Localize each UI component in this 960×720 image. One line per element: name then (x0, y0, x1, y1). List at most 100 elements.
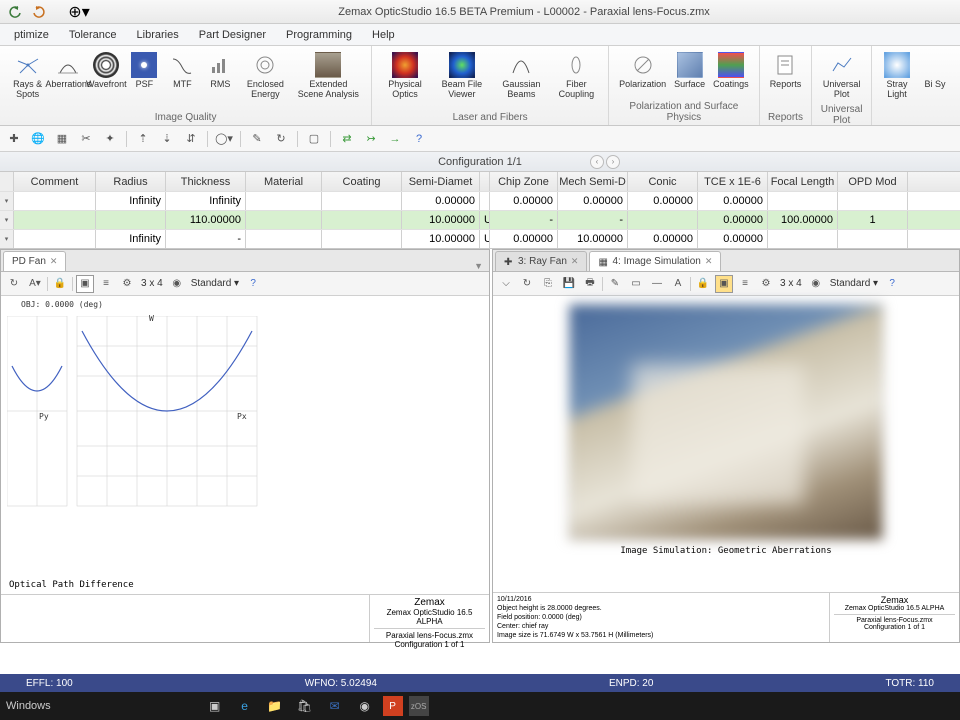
help-icon[interactable]: ? (883, 275, 901, 293)
window-icon[interactable]: ▣ (715, 275, 733, 293)
panel-menu-icon[interactable]: ▼ (470, 261, 487, 271)
target-icon[interactable]: ◉ (807, 275, 825, 293)
surface-button[interactable]: Surface (670, 50, 709, 99)
edge-icon[interactable]: e (233, 694, 257, 718)
copy-icon[interactable]: ⎘ (539, 275, 557, 293)
tab-image-simulation[interactable]: ▦4: Image Simulation✕ (589, 251, 721, 271)
list-icon[interactable]: ≡ (736, 275, 754, 293)
tool-forward-icon[interactable]: → (385, 129, 405, 149)
menu-part-designer[interactable]: Part Designer (189, 29, 276, 41)
pencil-icon[interactable]: ✎ (606, 275, 624, 293)
tab-ray-fan[interactable]: ✚3: Ray Fan✕ (495, 251, 587, 271)
settings-icon[interactable]: ⚙ (757, 275, 775, 293)
reports-button[interactable]: Reports (766, 50, 806, 110)
text-a-icon[interactable]: A▾ (26, 275, 44, 293)
col-thickness[interactable]: Thickness (166, 172, 246, 191)
os-label[interactable]: Windows (6, 700, 51, 712)
dropdown-icon[interactable]: ⌵ (497, 275, 515, 293)
help-icon[interactable]: ? (244, 275, 262, 293)
dropdown-icon[interactable]: ⊕▾ (70, 3, 88, 21)
tool-updown-icon[interactable]: ⇵ (181, 129, 201, 149)
col-material[interactable]: Material (246, 172, 322, 191)
settings-icon[interactable]: ⚙ (118, 275, 136, 293)
col-coating[interactable]: Coating (322, 172, 402, 191)
rect-icon[interactable]: ▭ (627, 275, 645, 293)
text-icon[interactable]: A (669, 275, 687, 293)
tool-brush-icon[interactable]: ✎ (247, 129, 267, 149)
psf-button[interactable]: PSF (125, 50, 163, 110)
universal-plot-button[interactable]: Universal Plot (818, 50, 865, 102)
col-mech-semi[interactable]: Mech Semi-D (558, 172, 628, 191)
config-prev-button[interactable]: ‹ (590, 155, 604, 169)
close-icon[interactable]: ✕ (705, 256, 713, 267)
app-redo-icon[interactable] (30, 3, 48, 21)
save-icon[interactable]: 💾 (560, 275, 578, 293)
close-icon[interactable]: ✕ (50, 256, 58, 267)
gaussian-beams-button[interactable]: Gaussian Beams (492, 50, 551, 110)
enclosed-energy-button[interactable]: Enclosed Energy (239, 50, 291, 110)
explorer-icon[interactable]: 📁 (263, 694, 287, 718)
table-row[interactable]: ▾110.0000010.00000U--0.00000100.000001 (0, 210, 960, 229)
refresh-icon[interactable]: ↻ (518, 275, 536, 293)
polarization-button[interactable]: Polarization (615, 50, 670, 99)
table-row[interactable]: ▾InfinityInfinity0.000000.000000.000000.… (0, 191, 960, 210)
mtf-button[interactable]: MTF (163, 50, 201, 110)
line-icon[interactable]: ― (648, 275, 666, 293)
physical-optics-button[interactable]: Physical Optics (378, 50, 432, 110)
rms-button[interactable]: RMS (201, 50, 239, 110)
col-opd-mod[interactable]: OPD Mod (838, 172, 908, 191)
tool-box-icon[interactable]: ▢ (304, 129, 324, 149)
lock-icon[interactable]: 🔒 (694, 275, 712, 293)
col-comment[interactable]: Comment (14, 172, 96, 191)
col-focal-length[interactable]: Focal Length (768, 172, 838, 191)
config-next-button[interactable]: › (606, 155, 620, 169)
tool-arrow-icon[interactable]: ↣ (361, 129, 381, 149)
tool-circle-icon[interactable]: ◯▾ (214, 129, 234, 149)
table-row[interactable]: ▾Infinity-10.00000U0.0000010.000000.0000… (0, 229, 960, 248)
fiber-coupling-button[interactable]: Fiber Coupling (551, 50, 602, 110)
stray-light-button[interactable]: Stray Light (878, 50, 916, 121)
tool-up-icon[interactable]: ⇡ (133, 129, 153, 149)
wavefront-button[interactable]: Wavefront (87, 50, 125, 110)
tool-grid-icon[interactable]: ▦ (52, 129, 72, 149)
col-radius[interactable]: Radius (96, 172, 166, 191)
bi-sy-button[interactable]: Bi Sy (916, 50, 954, 121)
menu-libraries[interactable]: Libraries (127, 29, 189, 41)
coatings-button[interactable]: Coatings (709, 50, 753, 99)
store-icon[interactable]: 🛍 (293, 694, 317, 718)
tool-scissors-icon[interactable]: ✂ (76, 129, 96, 149)
col-tce[interactable]: TCE x 1E-6 (698, 172, 768, 191)
print-icon[interactable]: 🖶 (581, 275, 599, 293)
tool-swap-icon[interactable]: ⇄ (337, 129, 357, 149)
col-conic[interactable]: Conic (628, 172, 698, 191)
app-undo-icon[interactable] (6, 3, 24, 21)
extended-scene-button[interactable]: Extended Scene Analysis (291, 50, 365, 110)
outlook-icon[interactable]: ✉ (323, 694, 347, 718)
chrome-icon[interactable]: ◉ (353, 694, 377, 718)
target-icon[interactable]: ◉ (168, 275, 186, 293)
rays-spots-button[interactable]: Rays & Spots (6, 50, 49, 110)
window-icon[interactable]: ▣ (76, 275, 94, 293)
menu-tolerance[interactable]: Tolerance (59, 29, 127, 41)
menu-programming[interactable]: Programming (276, 29, 362, 41)
menu-help[interactable]: Help (362, 29, 405, 41)
tool-refresh-icon[interactable]: ↻ (271, 129, 291, 149)
lock-icon[interactable]: 🔒 (51, 275, 69, 293)
menu-optimize[interactable]: ptimize (4, 29, 59, 41)
tool-wand-icon[interactable]: ✦ (100, 129, 120, 149)
list-icon[interactable]: ≡ (97, 275, 115, 293)
beam-file-viewer-button[interactable]: Beam File Viewer (432, 50, 492, 110)
tab-opd-fan[interactable]: PD Fan✕ (3, 251, 66, 271)
tool-add-icon[interactable]: ✚ (4, 129, 24, 149)
tool-globe-icon[interactable]: 🌐 (28, 129, 48, 149)
refresh-icon[interactable]: ↻ (5, 275, 23, 293)
close-icon[interactable]: ✕ (571, 256, 579, 267)
taskview-icon[interactable]: ▣ (203, 694, 227, 718)
aberrations-button[interactable]: Aberrations (49, 50, 87, 110)
powerpoint-icon[interactable]: P (383, 696, 403, 716)
col-semi-diameter[interactable]: Semi-Diamet (402, 172, 480, 191)
tool-help-icon[interactable]: ? (409, 129, 429, 149)
col-chip-zone[interactable]: Chip Zone (490, 172, 558, 191)
zemax-icon[interactable]: zOS (409, 696, 429, 716)
tool-down-icon[interactable]: ⇣ (157, 129, 177, 149)
